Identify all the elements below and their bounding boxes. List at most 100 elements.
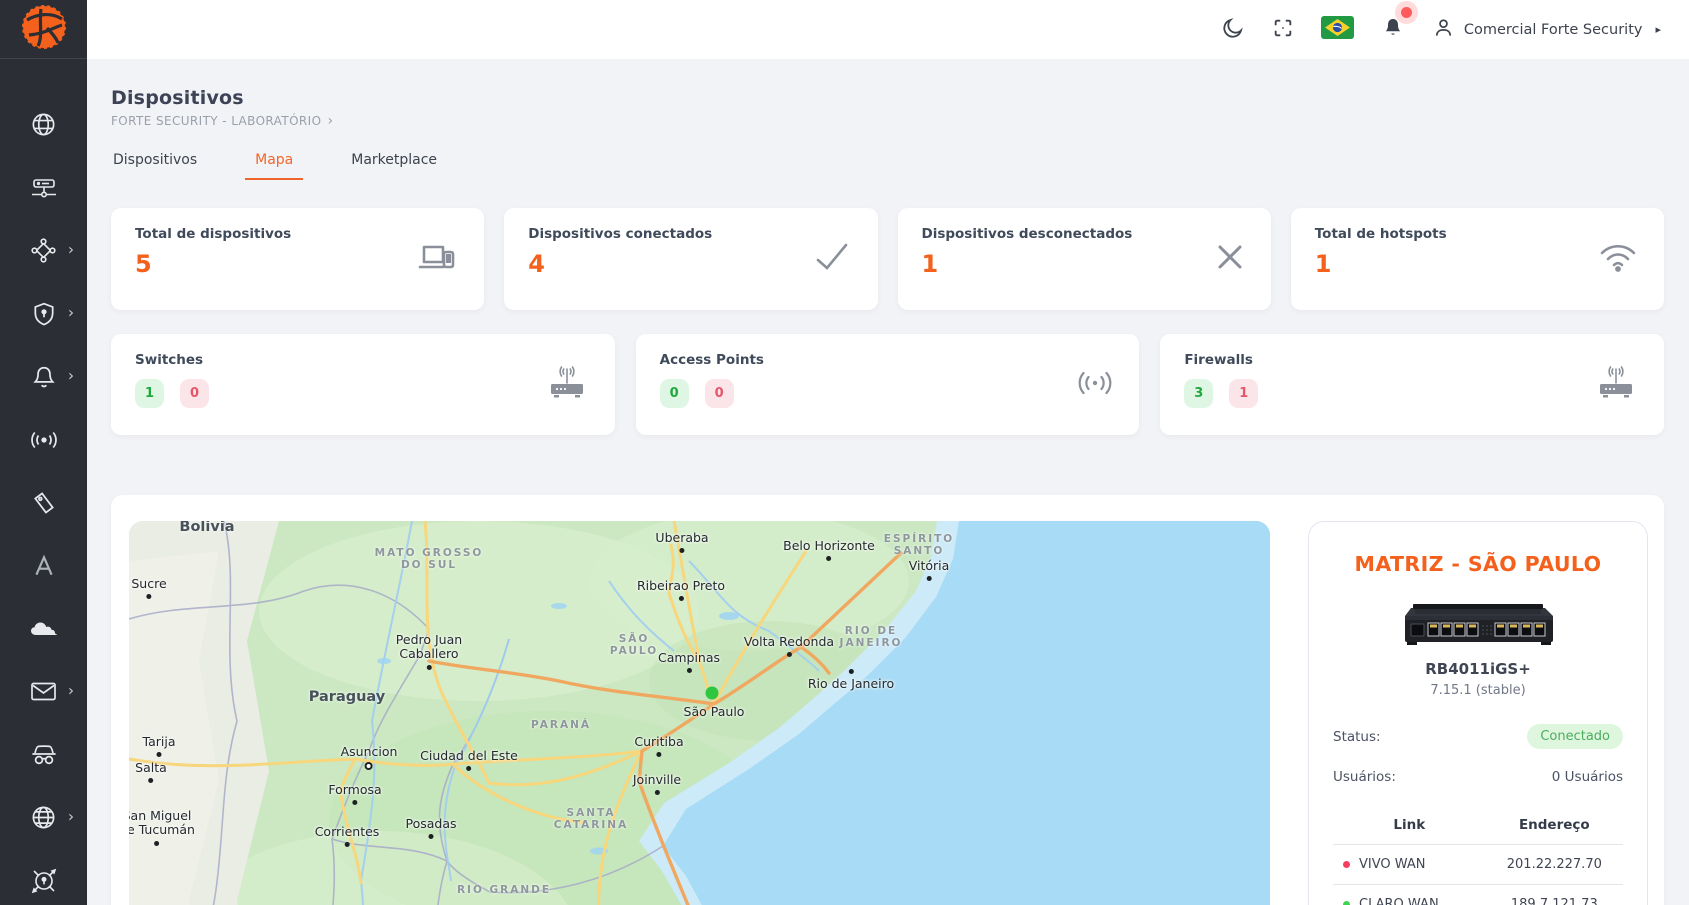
card-value: 4 [528, 250, 853, 278]
city-dot [787, 652, 792, 657]
sidebar-item-globe[interactable] [0, 93, 87, 156]
cloud-icon [29, 619, 59, 639]
tab-marketplace[interactable]: Marketplace [349, 152, 439, 180]
map-label: Pedro Juan Caballero [396, 633, 462, 670]
tag-icon [31, 490, 57, 516]
city-dot [679, 548, 684, 553]
map-label: SÃO PAULO [610, 633, 658, 657]
map-label: Posadas [405, 817, 456, 839]
online-badge: 1 [135, 379, 164, 408]
map-label: Ribeirao Preto [637, 579, 725, 601]
map-label: Rio de Janeiro [808, 669, 894, 691]
sidebar-item-hotspot[interactable] [0, 408, 87, 471]
account-menu[interactable]: Comercial Forte Security ▸ [1432, 16, 1661, 43]
links-table-header-endereco: Endereço [1486, 809, 1623, 845]
caret-right-icon: ▸ [1655, 23, 1661, 36]
city-dot [345, 842, 350, 847]
card-title: Total de dispositivos [135, 226, 460, 242]
tab-dispositivos[interactable]: Dispositivos [111, 152, 199, 180]
topology-icon [30, 237, 57, 264]
sidebar-item-mail[interactable]: › [0, 660, 87, 723]
status-label: Status: [1333, 729, 1381, 745]
app-logo[interactable] [0, 0, 87, 59]
card-title: Dispositivos desconectados [922, 226, 1247, 242]
offline-badge: 0 [180, 379, 209, 408]
page-title: Dispositivos [111, 87, 1664, 109]
chevron-right-icon: › [68, 368, 74, 383]
sidebar-item-tags[interactable] [0, 471, 87, 534]
chevron-right-icon: › [68, 305, 74, 320]
sidebar-item-security[interactable]: › [0, 282, 87, 345]
server-icon [30, 174, 58, 202]
sidebar-item-cloud[interactable] [0, 597, 87, 660]
city-dot [429, 834, 434, 839]
card-dispositivos-conectados: Dispositivos conectados 4 [504, 208, 877, 310]
sidebar-nav: › › › [0, 59, 87, 905]
link-address: 189.7.121.73 [1486, 885, 1623, 905]
check-icon [812, 241, 852, 277]
globe-icon [30, 111, 57, 138]
status-badge: Conectado [1527, 724, 1623, 749]
account-name: Comercial Forte Security [1464, 22, 1643, 38]
sidebar-item-topology[interactable]: › [0, 219, 87, 282]
chevron-right-icon: › [68, 683, 74, 698]
offline-badge: 0 [705, 379, 734, 408]
device-panel: MATRIZ - SÃO PAULO [1308, 521, 1648, 905]
card-dispositivos-desconectados: Dispositivos desconectados 1 [898, 208, 1271, 310]
links-table: Link Endereço VIVO WAN [1333, 809, 1623, 905]
map-label: RIO GRANDE [457, 884, 551, 896]
chevron-right-icon: › [327, 116, 333, 126]
brazil-flag-icon [1321, 16, 1354, 43]
language-selector[interactable] [1321, 16, 1354, 43]
sidebar-item-vpn[interactable] [0, 849, 87, 905]
map-label: São Paulo [684, 705, 745, 719]
link-name: CLARO WAN [1359, 897, 1439, 905]
fullscreen-icon [1272, 17, 1294, 43]
map-label: Salta [135, 761, 167, 783]
chevron-right-icon: › [68, 809, 74, 824]
map-canvas[interactable]: BoliviaParaguayMATO GROSSO DO SULSÃO PAU… [129, 521, 1270, 905]
dark-mode-toggle[interactable] [1221, 16, 1245, 44]
devices-icon [416, 240, 458, 278]
bell-icon [31, 364, 57, 390]
card-total-hotspots: Total de hotspots 1 [1291, 208, 1664, 310]
breadcrumb-label: FORTE SECURITY - LABORATÓRIO [111, 114, 321, 128]
sidebar-item-typography[interactable] [0, 534, 87, 597]
city-dot [848, 669, 853, 674]
sidebar: › › › [0, 0, 87, 905]
online-badge: 0 [660, 379, 689, 408]
map-label: Belo Horizonte [783, 539, 875, 561]
card-title: Switches [135, 352, 591, 368]
city-dot [146, 594, 151, 599]
map-section: BoliviaParaguayMATO GROSSO DO SULSÃO PAU… [111, 495, 1664, 905]
sidebar-item-privacy[interactable] [0, 723, 87, 786]
map-label: Campinas [658, 651, 720, 673]
mail-icon [30, 681, 57, 702]
card-firewalls: Firewalls 3 1 [1160, 334, 1664, 435]
map-label: Curitiba [634, 735, 683, 757]
map-label: Vitória [909, 559, 950, 581]
links-table-header-link: Link [1333, 809, 1486, 845]
card-title: Access Points [660, 352, 1116, 368]
letter-a-icon [31, 553, 57, 579]
map-label: Asuncion [341, 745, 398, 770]
city-dot [156, 752, 161, 757]
fullscreen-button[interactable] [1272, 17, 1294, 43]
tab-mapa[interactable]: Mapa [245, 152, 303, 180]
city-dot [655, 790, 660, 795]
sidebar-item-server[interactable] [0, 156, 87, 219]
online-badge: 3 [1184, 379, 1213, 408]
breadcrumb[interactable]: FORTE SECURITY - LABORATÓRIO › [111, 114, 1664, 128]
stat-cards-row: Total de dispositivos 5 Dispositivos con… [111, 208, 1664, 310]
card-value: 1 [922, 250, 1247, 278]
sidebar-item-alerts[interactable]: › [0, 345, 87, 408]
router-device-image [1397, 600, 1559, 648]
network-globe-logo-icon [21, 4, 67, 54]
sidebar-item-web[interactable]: › [0, 786, 87, 849]
notifications-button[interactable] [1381, 16, 1405, 44]
link-address: 201.22.227.70 [1486, 845, 1623, 885]
map-label: PARANÁ [531, 719, 591, 731]
broadcast-icon [30, 429, 58, 451]
type-cards-row: Switches 1 0 [111, 334, 1664, 435]
globe-grid-icon [30, 804, 57, 831]
